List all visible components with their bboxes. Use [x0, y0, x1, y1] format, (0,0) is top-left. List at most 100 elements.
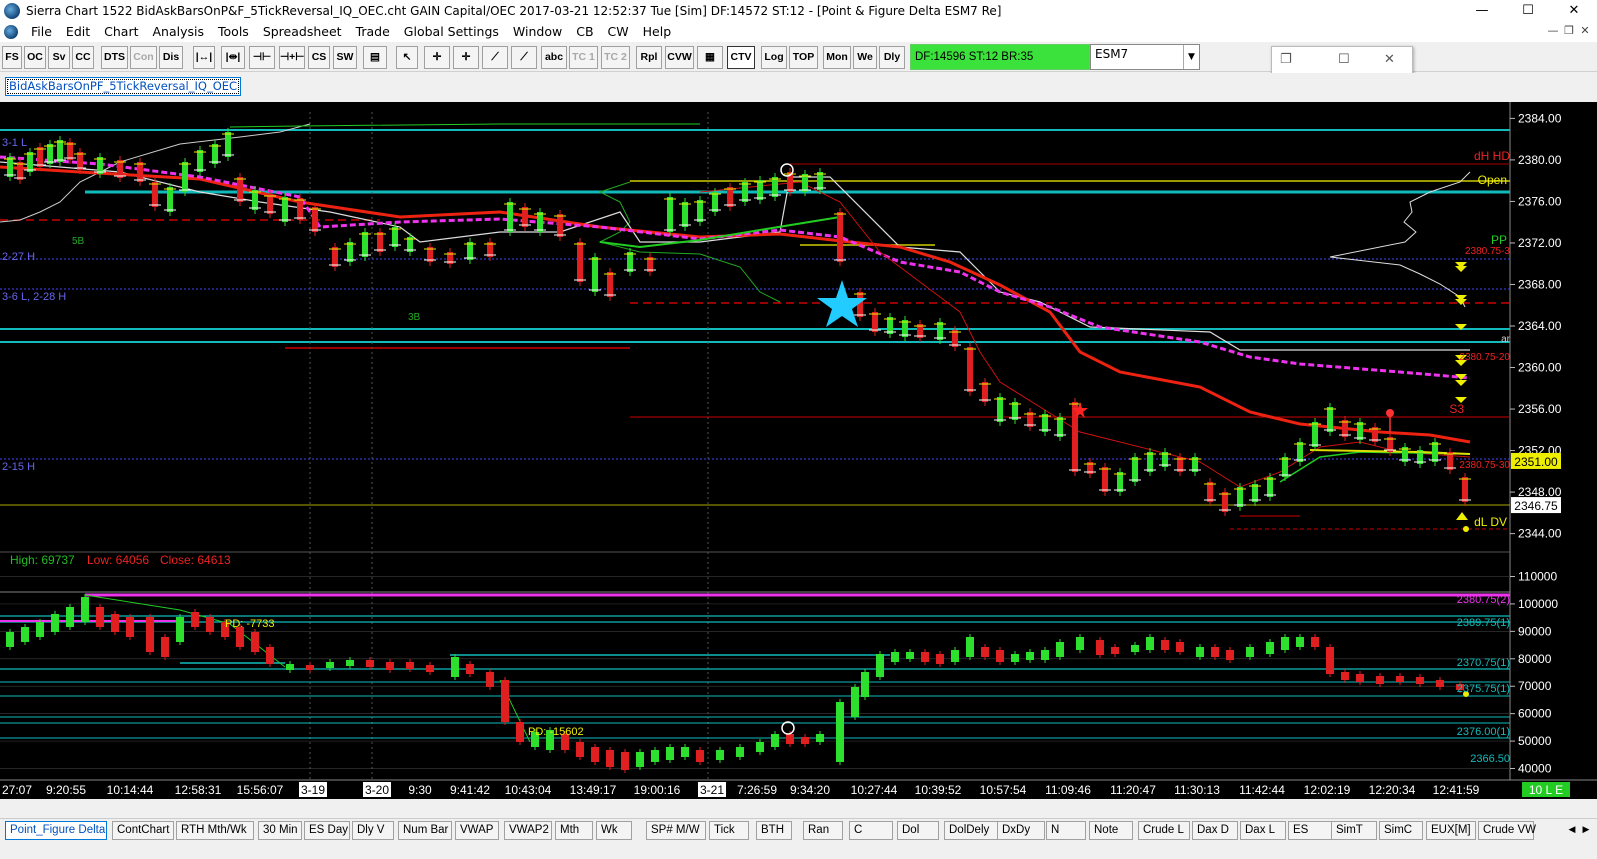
- toolbar-button-15[interactable]: ✛: [424, 46, 450, 69]
- toolbar-button-21[interactable]: TC 2: [601, 46, 630, 69]
- menu-chart[interactable]: Chart: [97, 22, 145, 42]
- chartbook-tab[interactable]: Point_Figure Delta: [5, 821, 107, 840]
- chartbook-tab[interactable]: ES Day: [304, 821, 350, 840]
- delta-bar: [21, 627, 29, 642]
- toolbar-button-4[interactable]: DTS: [101, 46, 128, 69]
- chartbook-tab[interactable]: SimT: [1331, 821, 1377, 840]
- symbol-select[interactable]: ESM7 ▼: [1090, 44, 1200, 70]
- chartbook-tab[interactable]: BTH: [756, 821, 792, 840]
- chartbook-tab[interactable]: N: [1046, 821, 1086, 840]
- toolbar-button-20[interactable]: TC 1: [569, 46, 598, 69]
- toolbar-button-16[interactable]: ✛: [453, 46, 479, 69]
- toolbar-button-19[interactable]: abc: [541, 46, 567, 69]
- toolbar-button-2[interactable]: Sv: [48, 46, 70, 69]
- chartbook-tab[interactable]: Tick: [709, 821, 749, 840]
- price-bar: [252, 190, 258, 210]
- annotation-label: PD: -15602: [528, 726, 584, 738]
- toolbar-button-14[interactable]: ↖: [396, 46, 418, 69]
- chartbook-tab[interactable]: SimC: [1379, 821, 1423, 840]
- menu-help[interactable]: Help: [636, 22, 679, 42]
- minimize-button[interactable]: —: [1459, 0, 1505, 22]
- chartbook-tab[interactable]: 30 Min: [258, 821, 302, 840]
- toolbar-button-1[interactable]: OC: [24, 46, 46, 69]
- maximize-icon[interactable]: ☐: [1338, 52, 1350, 67]
- chart-area[interactable]: 2384.00 2380.00 2376.00 2372.00 2368.00 2364.…: [0, 102, 1597, 799]
- toolbar-button-9[interactable]: ⊣⊢: [249, 46, 275, 69]
- chartbook-tab[interactable]: Crude L: [1138, 821, 1190, 840]
- toolbar-button-24[interactable]: ▦: [697, 46, 723, 69]
- chart-tab-active[interactable]: BidAskBarsOnPF_5TickReversal_IQ_OEC: [5, 77, 242, 96]
- menu-analysis[interactable]: Analysis: [146, 22, 212, 42]
- scroll-right-icon[interactable]: ▶: [1579, 820, 1593, 840]
- toolbar-button-13[interactable]: ▤: [363, 46, 387, 69]
- toolbar-button-27[interactable]: TOP: [789, 46, 818, 69]
- toolbar-button-28[interactable]: Mon: [823, 46, 851, 69]
- toolbar-button-30[interactable]: Dly: [879, 46, 905, 69]
- mdi-minimize-button[interactable]: —: [1545, 22, 1561, 40]
- menu-edit[interactable]: Edit: [59, 22, 97, 42]
- chartbook-tab[interactable]: Mth: [555, 821, 593, 840]
- restore-icon[interactable]: ❐: [1280, 52, 1292, 67]
- chartbook-tab[interactable]: DolDely: [944, 821, 998, 840]
- chartbook-tab[interactable]: DxDy: [997, 821, 1045, 840]
- mdi-restore-button[interactable]: ❐: [1561, 22, 1577, 40]
- price-bar: [1312, 422, 1318, 447]
- mdi-close-button[interactable]: ✕: [1577, 22, 1593, 40]
- menu-file[interactable]: File: [24, 22, 59, 42]
- chartbook-tab[interactable]: Dol: [897, 821, 939, 840]
- close-button[interactable]: ✕: [1551, 0, 1597, 22]
- chartbook-tab[interactable]: Dly V: [352, 821, 394, 840]
- toolbar-button-22[interactable]: Rpl: [636, 46, 662, 69]
- toolbar-button-12[interactable]: SW: [333, 46, 357, 69]
- chartbook-tab[interactable]: ES: [1288, 821, 1334, 840]
- price-bar: [627, 252, 633, 272]
- toolbar-button-25[interactable]: CTV: [727, 46, 755, 69]
- menu-window[interactable]: Window: [506, 22, 569, 42]
- time-tick-label: 9:41:42: [450, 783, 490, 797]
- chartbook-tab[interactable]: Num Bar: [398, 821, 452, 840]
- chartbook-tab[interactable]: VWAP2: [504, 821, 552, 840]
- toolbar-button-11[interactable]: CS: [308, 46, 330, 69]
- toolbar-button-10[interactable]: ⊣+⊢: [279, 46, 305, 69]
- menu-tools[interactable]: Tools: [211, 22, 256, 42]
- delta-bar: [466, 664, 474, 674]
- menu-cb[interactable]: CB: [569, 22, 600, 42]
- maximize-button[interactable]: ☐: [1505, 0, 1551, 22]
- annotation-label: ar: [1501, 334, 1511, 345]
- toolbar-button-7[interactable]: |↔|: [193, 46, 215, 69]
- chartbook-tab[interactable]: Wk: [596, 821, 632, 840]
- chartbook-tab[interactable]: VWAP: [455, 821, 499, 840]
- chartbook-tab[interactable]: Note: [1089, 821, 1133, 840]
- toolbar-button-0[interactable]: FS: [2, 46, 22, 69]
- toolbar-button-3[interactable]: CC: [72, 46, 94, 69]
- toolbar-button-29[interactable]: We: [853, 46, 877, 69]
- price-bar: [152, 182, 158, 207]
- menu-trade[interactable]: Trade: [349, 22, 397, 42]
- chart-window-icon[interactable]: [4, 25, 18, 39]
- chartbook-tab[interactable]: C: [849, 821, 893, 840]
- menu-spreadsheet[interactable]: Spreadsheet: [256, 22, 349, 42]
- price-bar: [1042, 414, 1048, 432]
- chartbook-tab[interactable]: Dax L: [1240, 821, 1286, 840]
- chartbook-tab[interactable]: EUX[M]: [1426, 821, 1476, 840]
- toolbar-button-18[interactable]: ⟋: [511, 46, 537, 69]
- chart-canvas[interactable]: 2384.00 2380.00 2376.00 2372.00 2368.00 2364.…: [0, 102, 1597, 799]
- toolbar-button-26[interactable]: Log: [761, 46, 787, 69]
- chartbook-tab[interactable]: Ran: [803, 821, 843, 840]
- chartbook-tab[interactable]: Crude VW: [1478, 821, 1536, 840]
- floating-window[interactable]: ❐ ☐ ✕: [1271, 46, 1413, 74]
- chartbook-tab[interactable]: ContChart: [112, 821, 174, 840]
- toolbar-button-17[interactable]: ⟋: [482, 46, 508, 69]
- chartbook-tab[interactable]: Dax D: [1192, 821, 1238, 840]
- toolbar-button-6[interactable]: Dis: [159, 46, 183, 69]
- toolbar-button-8[interactable]: |⇹|: [221, 46, 245, 69]
- close-icon[interactable]: ✕: [1384, 52, 1395, 67]
- menu-cw[interactable]: CW: [601, 22, 636, 42]
- toolbar-button-5[interactable]: Con: [130, 46, 157, 69]
- chartbook-tab[interactable]: RTH Mth/Wk: [176, 821, 254, 840]
- scroll-left-icon[interactable]: ◀: [1565, 820, 1579, 840]
- toolbar-button-23[interactable]: CVW: [665, 46, 694, 69]
- chevron-down-icon[interactable]: ▼: [1183, 45, 1199, 69]
- menu-global-settings[interactable]: Global Settings: [397, 22, 506, 42]
- chartbook-tab[interactable]: SP# M/W: [646, 821, 706, 840]
